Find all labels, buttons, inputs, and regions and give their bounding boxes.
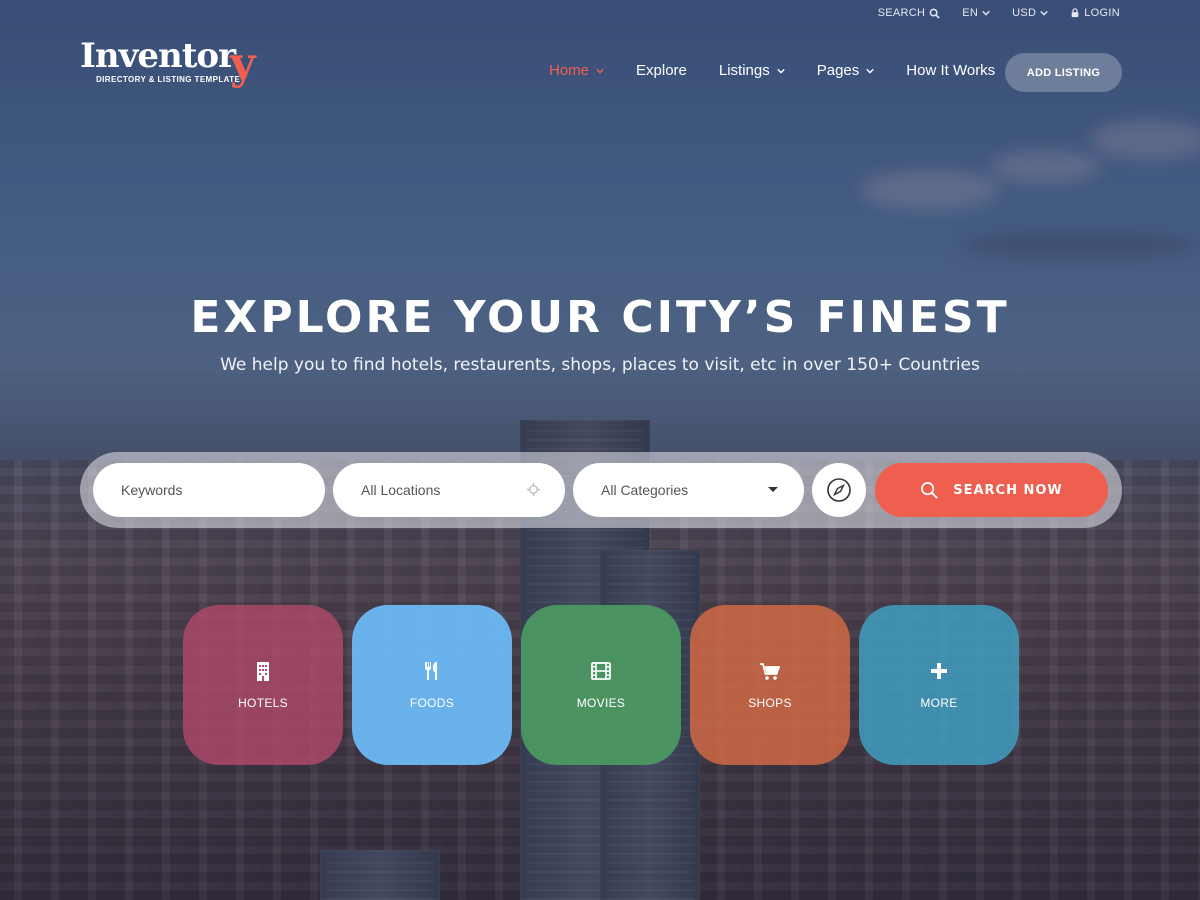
chevron-down-icon [1040, 10, 1048, 16]
logo[interactable]: Inventor y DIRECTORY & LISTING TEMPLATE [80, 36, 270, 98]
plus-icon [931, 663, 947, 679]
category-shops[interactable]: SHOPS [690, 605, 850, 765]
nav-item-listings[interactable]: Listings [719, 62, 785, 79]
logo-tagline: DIRECTORY & LISTING TEMPLATE [96, 75, 241, 84]
category-more[interactable]: MORE [859, 605, 1019, 765]
category-foods[interactable]: FOODS [352, 605, 512, 765]
add-listing-button[interactable]: ADD LISTING [1005, 53, 1122, 92]
chevron-down-icon [866, 68, 874, 74]
search-icon [921, 481, 939, 499]
keywords-input[interactable] [121, 482, 325, 498]
film-icon [591, 662, 611, 680]
main-nav: Home Explore Listings Pages How It Works [549, 62, 1027, 79]
search-now-button[interactable]: SEARCH NOW [875, 463, 1108, 517]
category-hotels[interactable]: HOTELS [183, 605, 343, 765]
search-icon [929, 8, 940, 19]
nav-item-pages[interactable]: Pages [817, 62, 875, 79]
nav-item-home[interactable]: Home [549, 62, 604, 79]
location-field[interactable]: All Locations [333, 463, 565, 517]
search-bar: All Locations All Categories SEARCH NOW [80, 452, 1122, 528]
category-movies[interactable]: MOVIES [521, 605, 681, 765]
category-select[interactable]: All Categories [573, 463, 804, 517]
chevron-down-icon [982, 10, 990, 16]
lock-icon [1071, 8, 1079, 18]
hero-subtitle: We help you to find hotels, restaurents,… [220, 355, 980, 375]
currency-select[interactable]: USD [1012, 7, 1048, 19]
cart-icon [760, 663, 781, 680]
building-icon [257, 662, 269, 681]
compass-icon [827, 478, 851, 502]
login-link[interactable]: LOGIN [1070, 7, 1120, 19]
top-bar: SEARCH EN USD LOGIN [878, 7, 1120, 19]
category-tiles: HOTELS FOODS MOVIES SHOPS MORE [183, 605, 1019, 765]
cutlery-icon [425, 662, 437, 680]
chevron-down-icon [777, 68, 785, 74]
language-select[interactable]: EN [962, 7, 990, 19]
keywords-field[interactable] [93, 463, 325, 517]
nav-item-explore[interactable]: Explore [636, 62, 687, 79]
caret-down-icon [768, 487, 778, 492]
nav-item-how-it-works[interactable]: How It Works [906, 62, 995, 79]
top-search-link[interactable]: SEARCH [878, 7, 941, 19]
chevron-down-icon [596, 68, 604, 74]
compass-button[interactable] [812, 463, 866, 517]
crosshair-icon[interactable] [526, 482, 541, 497]
hero-title: EXPLORE YOUR CITY’S FINEST [190, 292, 1010, 343]
